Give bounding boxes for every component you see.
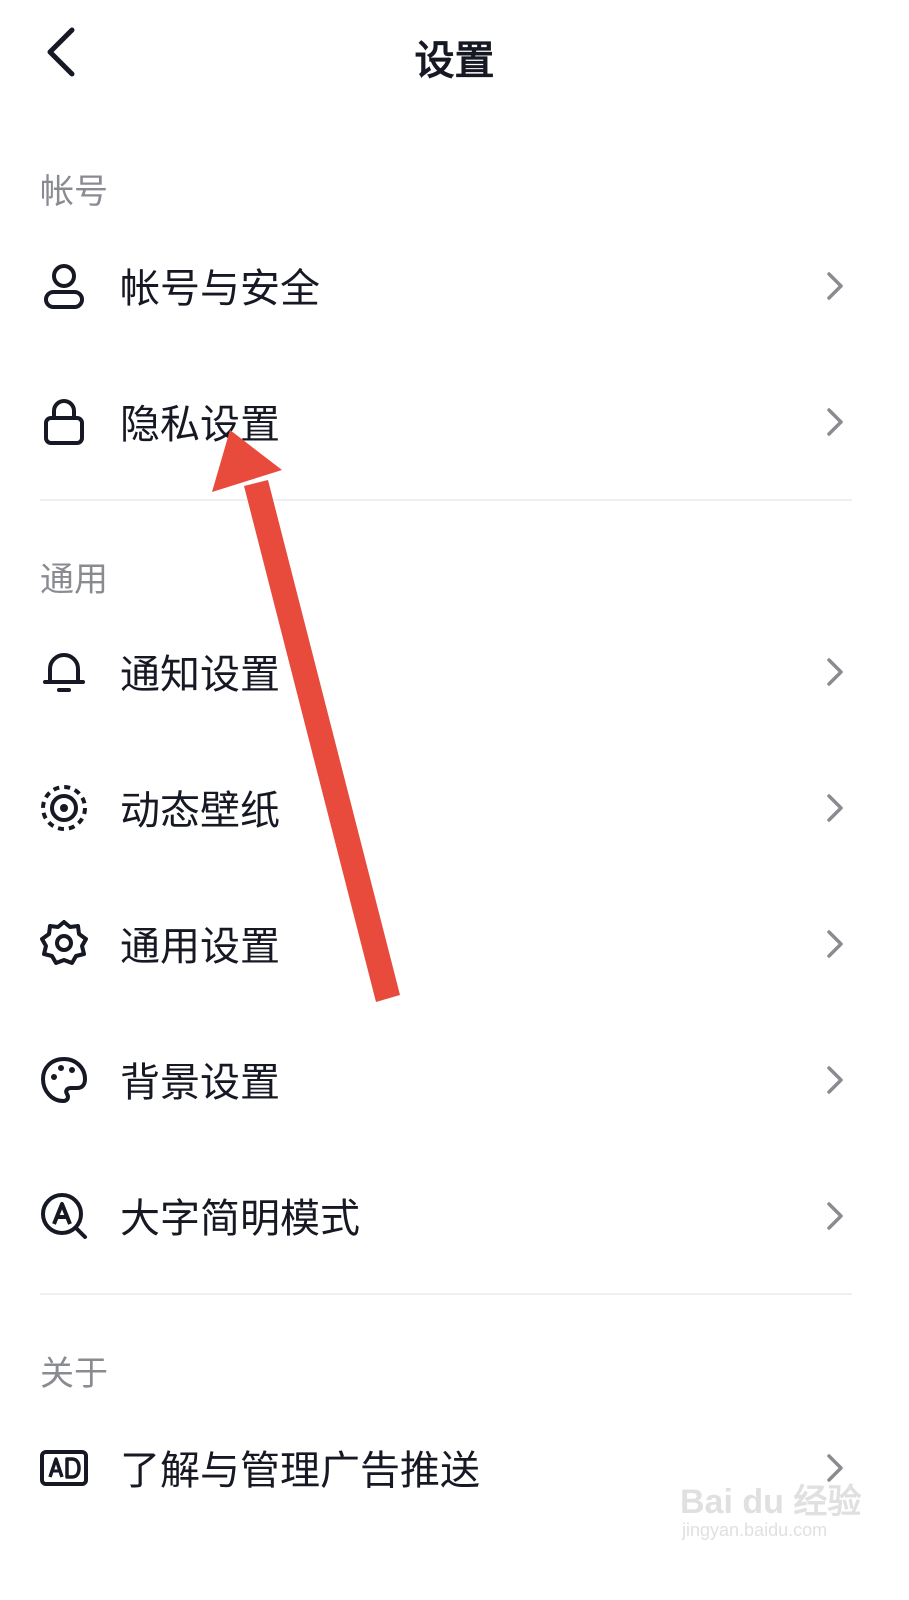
row-privacy-settings[interactable]: 隐私设置 <box>0 354 909 490</box>
row-large-text-mode[interactable]: 大字简明模式 <box>0 1148 909 1284</box>
chevron-right-icon <box>820 922 850 966</box>
row-account-security[interactable]: 帐号与安全 <box>0 218 909 354</box>
ad-icon <box>36 1440 92 1496</box>
row-label: 通用设置 <box>120 924 280 970</box>
lock-icon <box>36 394 92 450</box>
header-bar: 设置 <box>0 0 909 110</box>
section-label-account: 帐号 <box>40 172 108 212</box>
row-label: 大字简明模式 <box>120 1196 360 1242</box>
user-icon <box>36 258 92 314</box>
bell-icon <box>36 644 92 700</box>
row-label: 动态壁纸 <box>120 788 280 834</box>
chevron-right-icon <box>820 264 850 308</box>
chevron-right-icon <box>820 1194 850 1238</box>
chevron-right-icon <box>820 1058 850 1102</box>
chevron-right-icon <box>820 650 850 694</box>
row-notification-settings[interactable]: 通知设置 <box>0 604 909 740</box>
baidu-jingyan-watermark: Bai du 经验 jingyan.baidu.com <box>680 1483 862 1540</box>
row-label: 隐私设置 <box>120 402 280 448</box>
row-background-settings[interactable]: 背景设置 <box>0 1012 909 1148</box>
section-label-general: 通用 <box>40 560 108 600</box>
chevron-right-icon <box>820 786 850 830</box>
row-label: 背景设置 <box>120 1060 280 1106</box>
row-dynamic-wallpaper[interactable]: 动态壁纸 <box>0 740 909 876</box>
large-text-icon <box>36 1188 92 1244</box>
gear-icon <box>36 916 92 972</box>
row-label: 了解与管理广告推送 <box>120 1448 480 1494</box>
page-title: 设置 <box>414 38 495 84</box>
row-label: 通知设置 <box>120 652 280 698</box>
chevron-right-icon <box>820 400 850 444</box>
row-label: 帐号与安全 <box>120 266 320 312</box>
section-label-about: 关于 <box>40 1354 108 1394</box>
row-general-settings[interactable]: 通用设置 <box>0 876 909 1012</box>
section-divider <box>40 499 852 501</box>
dynamic-wallpaper-icon <box>36 780 92 836</box>
palette-icon <box>36 1052 92 1108</box>
section-divider <box>40 1293 852 1295</box>
